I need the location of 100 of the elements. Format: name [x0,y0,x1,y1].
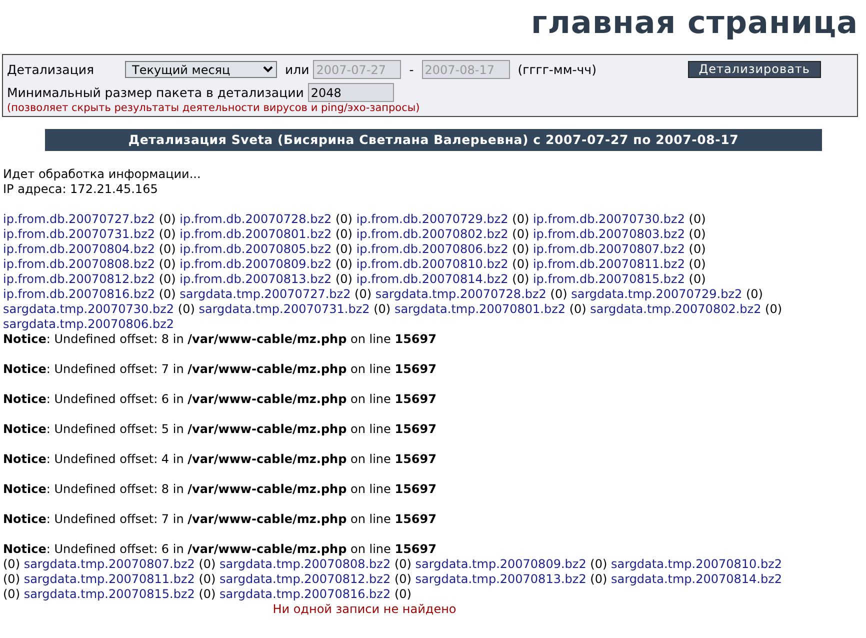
file-count: (0) [394,572,412,586]
file-count: (0) [198,557,216,571]
file-count: (0) [374,302,391,316]
min-size-hint: (позволяет скрыть результаты деятельности вирусов и ping/эхо-запросы) [7,102,421,114]
file-link[interactable]: ip.from.db.20070728.bz2 [180,212,332,226]
file-link[interactable]: ip.from.db.20070806.bz2 [356,242,508,256]
file-count: (0) [335,212,352,226]
file-count: (0) [550,287,568,301]
date-format-hint: (гггг-мм-чч) [518,62,596,77]
file-count: (0) [688,242,706,256]
file-link[interactable]: ip.from.db.20070815.bz2 [532,272,685,286]
file-count: (0) [512,272,530,286]
file-count: (0) [178,302,195,316]
file-link[interactable]: sargdata.tmp.20070811.bz2 [24,572,195,586]
notice-message: Notice: Undefined offset: 5 in /var/www-cable/mz.php on line 15697 [3,422,438,437]
or-label: или [285,62,310,77]
file-count: (0) [335,272,352,286]
file-count: (0) [198,587,216,601]
file-count: (0) [590,557,608,571]
file-link[interactable]: sargdata.tmp.20070810.bz2 [610,557,782,571]
file-count: (0) [198,572,216,586]
file-count: (0) [158,287,176,301]
file-link[interactable]: ip.from.db.20070801.bz2 [180,227,332,241]
file-link[interactable]: ip.from.db.20070809.bz2 [180,257,332,271]
file-count: (0) [335,257,352,271]
file-link[interactable]: sargdata.tmp.20070809.bz2 [415,557,586,571]
file-link[interactable]: sargdata.tmp.20070813.bz2 [415,572,586,586]
file-count: (0) [158,227,176,241]
file-count: (0) [3,572,20,586]
file-count: (0) [158,212,176,226]
notice-message: Notice: Undefined offset: 7 in /var/www-cable/mz.php on line 15697 [3,512,438,527]
notice-message: Notice: Undefined offset: 6 in /var/www-cable/mz.php on line 15697 [3,542,438,557]
file-count: (0) [158,242,176,256]
min-size-label: Минимальный размер пакета в детализации [7,85,304,100]
file-link[interactable]: ip.from.db.20070729.bz2 [356,212,508,226]
file-count: (0) [3,557,20,571]
file-count: (0) [765,302,782,316]
status-text: Идет обработка информации... [3,167,202,182]
notice-message: Notice: Undefined offset: 8 in /var/www-cable/mz.php on line 15697 [3,332,438,347]
file-link[interactable]: ip.from.db.20070807.bz2 [532,242,685,256]
file-link[interactable]: ip.from.db.20070802.bz2 [356,227,508,241]
file-count: (0) [569,302,586,316]
file-count: (0) [394,557,412,571]
file-count: (0) [746,287,763,301]
file-link[interactable]: sargdata.tmp.20070815.bz2 [24,587,195,601]
file-link[interactable]: sargdata.tmp.20070801.bz2 [394,302,566,316]
period-select[interactable]: Текущий месяц [125,61,277,78]
file-link[interactable]: ip.from.db.20070810.bz2 [356,257,508,271]
file-link[interactable]: ip.from.db.20070727.bz2 [3,212,155,226]
file-link[interactable]: sargdata.tmp.20070808.bz2 [220,557,391,571]
file-count: (0) [512,212,530,226]
no-records-message: Ни одной записи не найдено [272,602,458,617]
file-link[interactable]: ip.from.db.20070805.bz2 [180,242,332,256]
file-count: (0) [688,212,706,226]
file-link[interactable]: sargdata.tmp.20070730.bz2 [3,302,174,316]
file-link[interactable]: sargdata.tmp.20070727.bz2 [180,287,351,301]
file-link[interactable]: sargdata.tmp.20070814.bz2 [610,572,782,586]
file-count: (0) [512,257,530,271]
dash-separator: - [409,62,414,77]
notice-message: Notice: Undefined offset: 6 in /var/www-cable/mz.php on line 15697 [3,392,438,407]
file-link[interactable]: sargdata.tmp.20070807.bz2 [24,557,195,571]
file-count: (0) [335,227,352,241]
min-size-field[interactable]: 2048 [308,83,394,102]
period-label: Детализация [7,62,95,77]
file-link[interactable]: ip.from.db.20070730.bz2 [532,212,685,226]
file-count: (0) [394,587,412,601]
notice-message: Notice: Undefined offset: 7 in /var/www-cable/mz.php on line 15697 [3,362,438,377]
file-link[interactable]: ip.from.db.20070804.bz2 [3,242,155,256]
file-count: (0) [688,272,706,286]
file-count: (0) [354,287,372,301]
file-link[interactable]: ip.from.db.20070814.bz2 [356,272,508,286]
file-count: (0) [3,587,20,601]
file-link[interactable]: ip.from.db.20070811.bz2 [532,257,685,271]
file-link[interactable]: sargdata.tmp.20070728.bz2 [375,287,546,301]
file-link[interactable]: sargdata.tmp.20070816.bz2 [220,587,391,601]
file-link[interactable]: sargdata.tmp.20070729.bz2 [571,287,742,301]
file-link[interactable]: sargdata.tmp.20070802.bz2 [590,302,762,316]
status-text: IP адреса: 172.21.45.165 [3,182,159,197]
file-count: (0) [512,227,530,241]
file-link[interactable]: sargdata.tmp.20070812.bz2 [220,572,391,586]
page-title: главная страница [531,5,858,41]
file-link[interactable]: ip.from.db.20070816.bz2 [3,287,155,301]
file-link[interactable]: sargdata.tmp.20070806.bz2 [3,317,174,331]
file-link[interactable]: ip.from.db.20070731.bz2 [3,227,155,241]
file-count: (0) [688,257,706,271]
file-link[interactable]: sargdata.tmp.20070731.bz2 [198,302,370,316]
report-title: Детализация Sveta (Бисярина Светлана Валерьевна) с 2007-07-27 по 2007-08-17 [45,129,822,151]
file-count: (0) [688,227,706,241]
notice-message: Notice: Undefined offset: 4 in /var/www-cable/mz.php on line 15697 [3,452,438,467]
notice-message: Notice: Undefined offset: 8 in /var/www-cable/mz.php on line 15697 [3,482,438,497]
file-count: (0) [158,257,176,271]
file-count: (0) [158,272,176,286]
file-link[interactable]: ip.from.db.20070803.bz2 [532,227,685,241]
file-link[interactable]: ip.from.db.20070813.bz2 [180,272,332,286]
file-link[interactable]: ip.from.db.20070812.bz2 [3,272,155,286]
file-count: (0) [590,572,608,586]
file-count: (0) [512,242,530,256]
file-link[interactable]: ip.from.db.20070808.bz2 [3,257,155,271]
file-count: (0) [335,242,352,256]
detail-button[interactable]: Детализировать [688,61,821,78]
